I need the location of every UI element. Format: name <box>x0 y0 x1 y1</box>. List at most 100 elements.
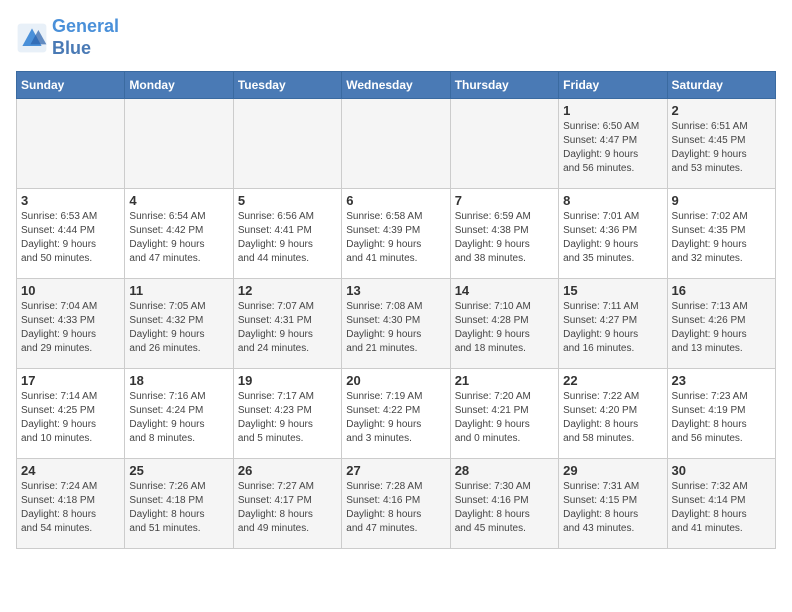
day-number: 12 <box>238 283 337 298</box>
calendar-cell <box>233 99 341 189</box>
day-detail: Sunrise: 7:22 AM Sunset: 4:20 PM Dayligh… <box>563 390 662 446</box>
day-detail: Sunrise: 6:53 AM Sunset: 4:44 PM Dayligh… <box>21 210 120 266</box>
logo-text: General Blue <box>52 16 119 59</box>
day-number: 23 <box>672 373 771 388</box>
calendar-cell <box>450 99 558 189</box>
day-detail: Sunrise: 7:32 AM Sunset: 4:14 PM Dayligh… <box>672 480 771 536</box>
day-number: 22 <box>563 373 662 388</box>
day-number: 15 <box>563 283 662 298</box>
calendar-cell: 14 Sunrise: 7:10 AM Sunset: 4:28 PM Dayli… <box>450 279 558 369</box>
day-number: 8 <box>563 193 662 208</box>
calendar-cell: 3 Sunrise: 6:53 AM Sunset: 4:44 PM Daylig… <box>17 189 125 279</box>
day-detail: Sunrise: 7:10 AM Sunset: 4:28 PM Dayligh… <box>455 300 554 356</box>
calendar-cell: 4 Sunrise: 6:54 AM Sunset: 4:42 PM Daylig… <box>125 189 233 279</box>
header-sunday: Sunday <box>17 72 125 99</box>
day-number: 16 <box>672 283 771 298</box>
day-number: 10 <box>21 283 120 298</box>
calendar-cell: 16 Sunrise: 7:13 AM Sunset: 4:26 PM Dayli… <box>667 279 775 369</box>
page-header: General Blue <box>16 16 776 59</box>
day-detail: Sunrise: 7:28 AM Sunset: 4:16 PM Dayligh… <box>346 480 445 536</box>
calendar-cell: 7 Sunrise: 6:59 AM Sunset: 4:38 PM Daylig… <box>450 189 558 279</box>
day-number: 2 <box>672 103 771 118</box>
calendar-cell: 11 Sunrise: 7:05 AM Sunset: 4:32 PM Dayli… <box>125 279 233 369</box>
header-wednesday: Wednesday <box>342 72 450 99</box>
day-detail: Sunrise: 7:26 AM Sunset: 4:18 PM Dayligh… <box>129 480 228 536</box>
calendar-cell: 19Sunrise: 7:17 AM Sunset: 4:23 PM Dayli… <box>233 369 341 459</box>
calendar-cell: 2 Sunrise: 6:51 AM Sunset: 4:45 PM Daylig… <box>667 99 775 189</box>
calendar-cell: 22 Sunrise: 7:22 AM Sunset: 4:20 PM Dayli… <box>559 369 667 459</box>
day-detail: Sunrise: 7:31 AM Sunset: 4:15 PM Dayligh… <box>563 480 662 536</box>
day-detail: Sunrise: 7:02 AM Sunset: 4:35 PM Dayligh… <box>672 210 771 266</box>
calendar-week-4: 17 Sunrise: 7:14 AM Sunset: 4:25 PM Dayli… <box>17 369 776 459</box>
day-detail: Sunrise: 7:14 AM Sunset: 4:25 PM Dayligh… <box>21 390 120 446</box>
day-number: 11 <box>129 283 228 298</box>
calendar-cell: 15 Sunrise: 7:11 AM Sunset: 4:27 PM Dayli… <box>559 279 667 369</box>
header-saturday: Saturday <box>667 72 775 99</box>
header-tuesday: Tuesday <box>233 72 341 99</box>
day-detail: Sunrise: 6:51 AM Sunset: 4:45 PM Dayligh… <box>672 120 771 176</box>
day-detail: Sunrise: 6:50 AM Sunset: 4:47 PM Dayligh… <box>563 120 662 176</box>
calendar-cell: 18 Sunrise: 7:16 AM Sunset: 4:24 PM Dayli… <box>125 369 233 459</box>
calendar-cell: 27 Sunrise: 7:28 AM Sunset: 4:16 PM Dayli… <box>342 459 450 549</box>
calendar-cell <box>17 99 125 189</box>
calendar-cell: 10 Sunrise: 7:04 AM Sunset: 4:33 PM Dayli… <box>17 279 125 369</box>
calendar-cell: 25Sunrise: 7:26 AM Sunset: 4:18 PM Dayli… <box>125 459 233 549</box>
calendar-cell: 17 Sunrise: 7:14 AM Sunset: 4:25 PM Dayli… <box>17 369 125 459</box>
day-detail: Sunrise: 7:23 AM Sunset: 4:19 PM Dayligh… <box>672 390 771 446</box>
day-detail: Sunrise: 7:07 AM Sunset: 4:31 PM Dayligh… <box>238 300 337 356</box>
day-number: 30 <box>672 463 771 478</box>
calendar-cell: 26 Sunrise: 7:27 AM Sunset: 4:17 PM Dayli… <box>233 459 341 549</box>
calendar-table: SundayMondayTuesdayWednesdayThursdayFrid… <box>16 71 776 549</box>
day-detail: Sunrise: 7:04 AM Sunset: 4:33 PM Dayligh… <box>21 300 120 356</box>
calendar-cell <box>125 99 233 189</box>
calendar-cell: 13 Sunrise: 7:08 AM Sunset: 4:30 PM Dayli… <box>342 279 450 369</box>
day-detail: Sunrise: 7:16 AM Sunset: 4:24 PM Dayligh… <box>129 390 228 446</box>
day-number: 3 <box>21 193 120 208</box>
calendar-week-5: 24 Sunrise: 7:24 AM Sunset: 4:18 PM Dayli… <box>17 459 776 549</box>
day-number: 18 <box>129 373 228 388</box>
calendar-week-1: 1 Sunrise: 6:50 AM Sunset: 4:47 PM Daylig… <box>17 99 776 189</box>
calendar-cell: 20Sunrise: 7:19 AM Sunset: 4:22 PM Dayli… <box>342 369 450 459</box>
logo: General Blue <box>16 16 119 59</box>
day-number: 17 <box>21 373 120 388</box>
day-detail: Sunrise: 7:11 AM Sunset: 4:27 PM Dayligh… <box>563 300 662 356</box>
day-detail: Sunrise: 6:54 AM Sunset: 4:42 PM Dayligh… <box>129 210 228 266</box>
day-number: 4 <box>129 193 228 208</box>
day-detail: Sunrise: 7:13 AM Sunset: 4:26 PM Dayligh… <box>672 300 771 356</box>
calendar-cell <box>342 99 450 189</box>
day-number: 1 <box>563 103 662 118</box>
day-detail: Sunrise: 7:08 AM Sunset: 4:30 PM Dayligh… <box>346 300 445 356</box>
day-detail: Sunrise: 6:59 AM Sunset: 4:38 PM Dayligh… <box>455 210 554 266</box>
calendar-cell: 12 Sunrise: 7:07 AM Sunset: 4:31 PM Dayli… <box>233 279 341 369</box>
day-detail: Sunrise: 7:24 AM Sunset: 4:18 PM Dayligh… <box>21 480 120 536</box>
header-thursday: Thursday <box>450 72 558 99</box>
calendar-cell: 28 Sunrise: 7:30 AM Sunset: 4:16 PM Dayli… <box>450 459 558 549</box>
header-friday: Friday <box>559 72 667 99</box>
day-detail: Sunrise: 7:30 AM Sunset: 4:16 PM Dayligh… <box>455 480 554 536</box>
day-number: 13 <box>346 283 445 298</box>
day-number: 26 <box>238 463 337 478</box>
day-number: 27 <box>346 463 445 478</box>
calendar-cell: 8 Sunrise: 7:01 AM Sunset: 4:36 PM Daylig… <box>559 189 667 279</box>
calendar-week-3: 10 Sunrise: 7:04 AM Sunset: 4:33 PM Dayli… <box>17 279 776 369</box>
day-number: 5 <box>238 193 337 208</box>
day-number: 21 <box>455 373 554 388</box>
day-detail: Sunrise: 7:01 AM Sunset: 4:36 PM Dayligh… <box>563 210 662 266</box>
day-number: 14 <box>455 283 554 298</box>
day-detail: Sunrise: 6:56 AM Sunset: 4:41 PM Dayligh… <box>238 210 337 266</box>
day-number: 9 <box>672 193 771 208</box>
day-detail: Sunrise: 6:58 AM Sunset: 4:39 PM Dayligh… <box>346 210 445 266</box>
day-number: 7 <box>455 193 554 208</box>
calendar-cell: 21Sunrise: 7:20 AM Sunset: 4:21 PM Dayli… <box>450 369 558 459</box>
day-number: 24 <box>21 463 120 478</box>
day-detail: Sunrise: 7:05 AM Sunset: 4:32 PM Dayligh… <box>129 300 228 356</box>
day-detail: Sunrise: 7:19 AM Sunset: 4:22 PM Dayligh… <box>346 390 445 446</box>
calendar-cell: 23 Sunrise: 7:23 AM Sunset: 4:19 PM Dayli… <box>667 369 775 459</box>
header-monday: Monday <box>125 72 233 99</box>
calendar-cell: 24 Sunrise: 7:24 AM Sunset: 4:18 PM Dayli… <box>17 459 125 549</box>
day-number: 28 <box>455 463 554 478</box>
calendar-week-2: 3 Sunrise: 6:53 AM Sunset: 4:44 PM Daylig… <box>17 189 776 279</box>
day-detail: Sunrise: 7:17 AM Sunset: 4:23 PM Dayligh… <box>238 390 337 446</box>
day-detail: Sunrise: 7:27 AM Sunset: 4:17 PM Dayligh… <box>238 480 337 536</box>
day-number: 6 <box>346 193 445 208</box>
